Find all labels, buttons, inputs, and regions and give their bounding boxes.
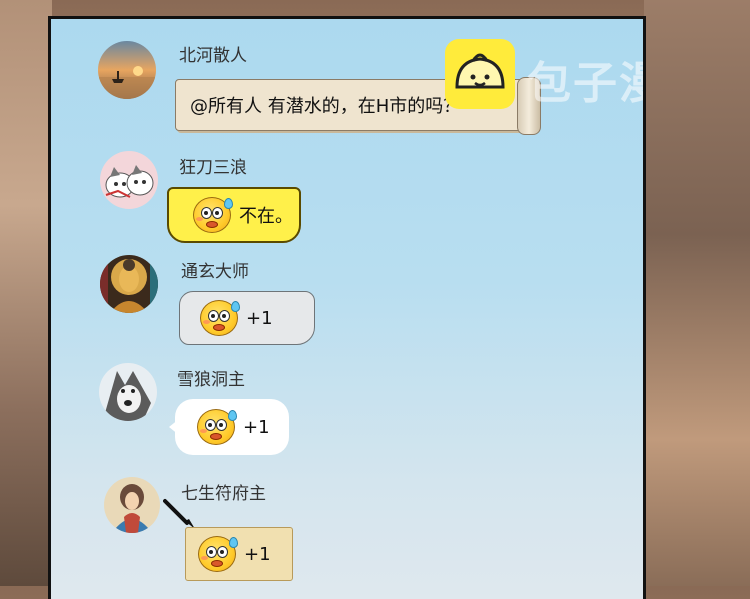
message-bubble-yellow[interactable]: 不在。 — [167, 187, 301, 243]
message-text: +1 — [246, 307, 273, 329]
sweat-face-icon — [198, 536, 238, 572]
sunset-avatar[interactable] — [98, 41, 156, 99]
message-text: +1 — [243, 416, 270, 438]
baozi-logo-icon — [445, 39, 515, 109]
sweat-face-icon — [193, 197, 233, 233]
username: 北河散人 — [179, 46, 247, 66]
message-text: 不在。 — [239, 206, 293, 227]
watermark: 包子漫畫 — [443, 39, 643, 109]
bubble-tail — [169, 419, 179, 435]
username: 通玄大师 — [181, 262, 249, 282]
background-left — [0, 0, 52, 586]
message-bubble-paper[interactable]: +1 — [185, 527, 293, 581]
background-right — [644, 0, 750, 586]
chat-panel[interactable]: 北河散人 @所有人 有潜水的，在H市的吗？ 狂刀三浪 不在。 通玄大师 +1 雪… — [48, 16, 646, 599]
message-text: +1 — [244, 543, 271, 565]
sweat-face-icon — [200, 300, 240, 336]
husky-avatar[interactable] — [99, 363, 157, 421]
message-text: @所有人 有潜水的，在H市的吗？ — [190, 96, 462, 117]
message-bubble-gray[interactable]: +1 — [179, 291, 315, 345]
sweat-face-icon — [197, 409, 237, 445]
message-bubble-white[interactable]: +1 — [175, 399, 289, 455]
cat-avatar[interactable] — [100, 151, 158, 209]
username: 雪狼洞主 — [177, 370, 245, 390]
username: 狂刀三浪 — [179, 158, 247, 178]
brush-pen-icon — [163, 499, 195, 529]
watermark-text: 包子漫畫 — [527, 58, 643, 109]
buddha-avatar[interactable] — [100, 255, 158, 313]
guanyin-avatar[interactable] — [104, 477, 160, 533]
